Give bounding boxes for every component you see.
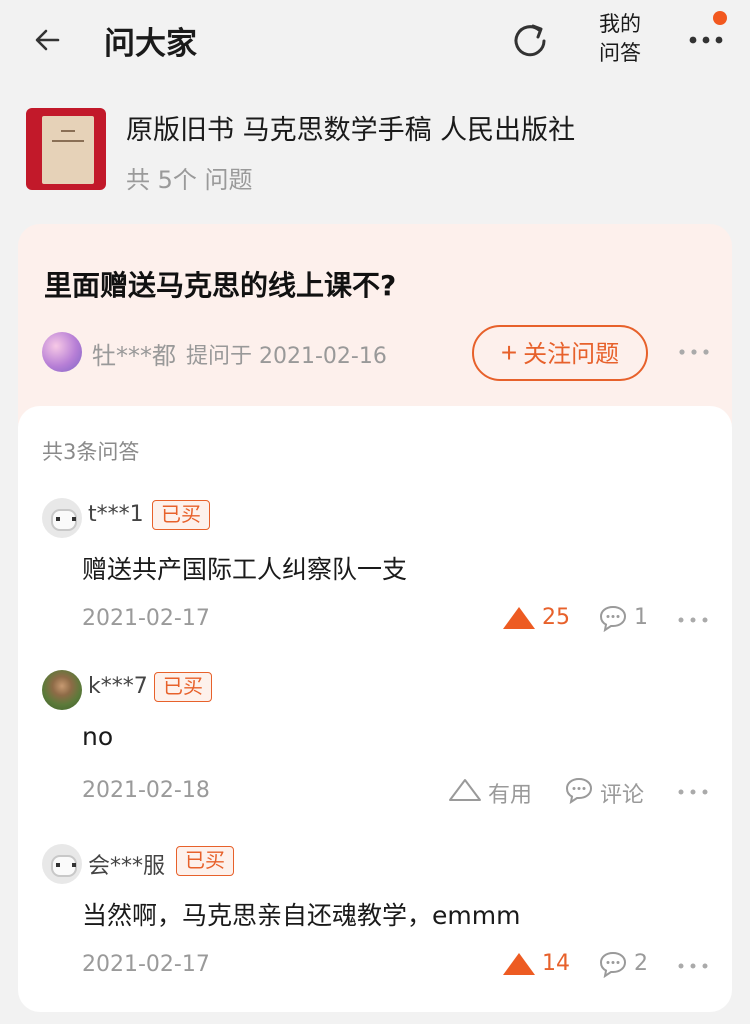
bought-badge: 已买 [154,672,212,702]
answer-user-name: t***1 [88,502,144,527]
answer-date: 2021-02-17 [82,606,210,631]
answer-item: k***7 已买 no 2021-02-18 有用 评论 [18,670,732,830]
top-bar: 问大家 我的 问答 [0,0,750,82]
comment-label: 评论 [600,783,645,808]
answer-date: 2021-02-17 [82,952,210,977]
user-avatar [42,670,82,710]
helpful-count: 14 [542,951,570,976]
follow-question-label: 关注问题 [523,341,620,368]
answers-card: 共3条问答 t***1 已买 赠送共产国际工人纠察队一支 2021-02-17 … [18,406,732,1012]
asker-avatar [42,332,82,372]
comment-bubble-icon [599,605,627,632]
comment-bubble-icon [565,777,593,804]
answer-more-button[interactable] [676,783,710,801]
helpful-button[interactable]: 有用 [448,774,538,808]
product-title: 原版旧书 马克思数学手稿 人民出版社 [126,115,576,146]
bought-badge: 已买 [152,500,210,530]
answer-item: 会***服 已买 当然啊，马克思亲自还魂教学，emmm 2021-02-17 1… [18,844,732,1004]
product-question-count: 共 5个 问题 [126,166,253,194]
answers-count: 共3条问答 [42,440,140,464]
book-cover-image [42,116,94,184]
back-button[interactable] [28,20,72,60]
more-dots-icon [679,349,709,355]
refresh-button[interactable] [506,18,556,64]
comment-button[interactable]: 1 [598,602,650,634]
product-summary[interactable]: 原版旧书 马克思数学手稿 人民出版社 共 5个 问题 [26,108,726,194]
answer-user-name: k***7 [88,674,148,699]
asked-date: 提问于 2021-02-16 [186,344,387,369]
product-thumbnail [26,108,106,190]
comment-button[interactable]: 评论 [564,774,654,808]
more-dots-icon [689,36,723,44]
answer-date: 2021-02-18 [82,778,210,803]
bought-badge: 已买 [176,846,234,876]
my-qa-button[interactable]: 我的 问答 [596,10,644,68]
answer-text: 当然啊，马克思亲自还魂教学，emmm [82,901,521,930]
answer-text: 赠送共产国际工人纠察队一支 [82,555,408,584]
triangle-up-icon [449,779,481,801]
plus-icon: + [500,337,518,368]
notification-dot [713,11,727,25]
user-avatar [42,844,82,884]
my-qa-label-line1: 我的 [599,12,641,36]
answer-more-button[interactable] [676,957,710,975]
comment-count: 1 [634,605,648,630]
question-title: 里面赠送马克思的线上课不? [44,269,397,302]
answer-user-name: 会***服 [88,854,166,879]
my-qa-label-line2: 问答 [599,41,641,65]
more-dots-icon [678,617,708,623]
answer-text: no [82,722,114,751]
more-dots-icon [678,963,708,969]
back-arrow-icon [35,29,60,51]
helpful-count: 25 [542,605,570,630]
comment-button[interactable]: 2 [598,948,650,980]
answer-more-button[interactable] [676,611,710,629]
comment-bubble-icon [599,951,627,978]
more-dots-icon [678,789,708,795]
more-menu-button[interactable] [684,28,728,52]
helpful-button[interactable]: 25 [502,602,578,634]
triangle-up-icon [503,607,535,629]
helpful-button[interactable]: 14 [502,948,578,980]
comment-count: 2 [634,951,648,976]
question-card: 里面赠送马克思的线上课不? 牡***都 提问于 2021-02-16 + 关注问题 [18,224,732,424]
answer-item: t***1 已买 赠送共产国际工人纠察队一支 2021-02-17 25 1 [18,498,732,658]
helpful-label: 有用 [488,783,533,808]
question-more-button[interactable] [676,342,712,362]
triangle-up-icon [503,953,535,975]
follow-question-button[interactable]: + 关注问题 [472,325,648,381]
refresh-icon [514,24,546,57]
user-avatar [42,498,82,538]
asker-name: 牡***都 [92,342,176,370]
page-title: 问大家 [104,26,197,62]
